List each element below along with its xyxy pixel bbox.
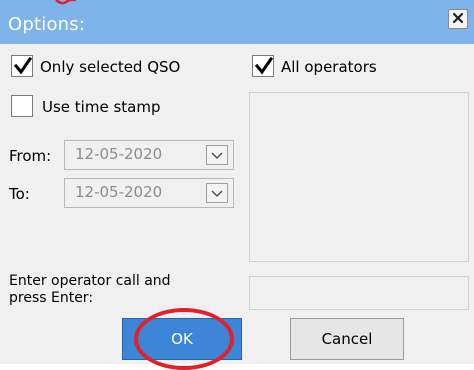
- annotation-stroke: [55, 0, 76, 5]
- from-date-dropdown-button[interactable]: [206, 145, 228, 165]
- options-dialog: Options: Only selected QSO All operators…: [0, 0, 474, 370]
- operator-call-label-line2: press Enter:: [9, 290, 94, 306]
- to-label: To:: [9, 185, 30, 203]
- all-operators-checkbox[interactable]: [252, 55, 274, 77]
- use-time-stamp-label: Use time stamp: [42, 98, 161, 116]
- cancel-button[interactable]: Cancel: [290, 318, 404, 360]
- use-time-stamp-checkbox[interactable]: [11, 95, 33, 117]
- cancel-button-label: Cancel: [321, 330, 373, 348]
- only-selected-qso-checkbox[interactable]: [11, 55, 33, 77]
- operator-call-label-line1: Enter operator call and: [9, 273, 171, 289]
- to-date-picker[interactable]: 12-05-2020: [64, 178, 234, 208]
- checkmark-icon: [13, 56, 33, 75]
- all-operators-label: All operators: [281, 58, 377, 76]
- from-label: From:: [9, 147, 52, 165]
- chevron-down-icon: [211, 184, 223, 202]
- close-icon: [452, 10, 464, 28]
- close-button[interactable]: [448, 9, 468, 29]
- chevron-down-icon: [211, 146, 223, 164]
- to-date-value: 12-05-2020: [75, 183, 163, 201]
- operator-call-input[interactable]: [249, 276, 469, 310]
- from-date-picker[interactable]: 12-05-2020: [64, 140, 234, 170]
- highlight-circle: [134, 308, 234, 370]
- checkmark-icon: [254, 56, 274, 75]
- only-selected-qso-label: Only selected QSO: [40, 58, 181, 76]
- dialog-title: Options:: [8, 14, 86, 35]
- from-date-value: 12-05-2020: [75, 145, 163, 163]
- operators-list[interactable]: [249, 92, 469, 262]
- to-date-dropdown-button[interactable]: [206, 183, 228, 203]
